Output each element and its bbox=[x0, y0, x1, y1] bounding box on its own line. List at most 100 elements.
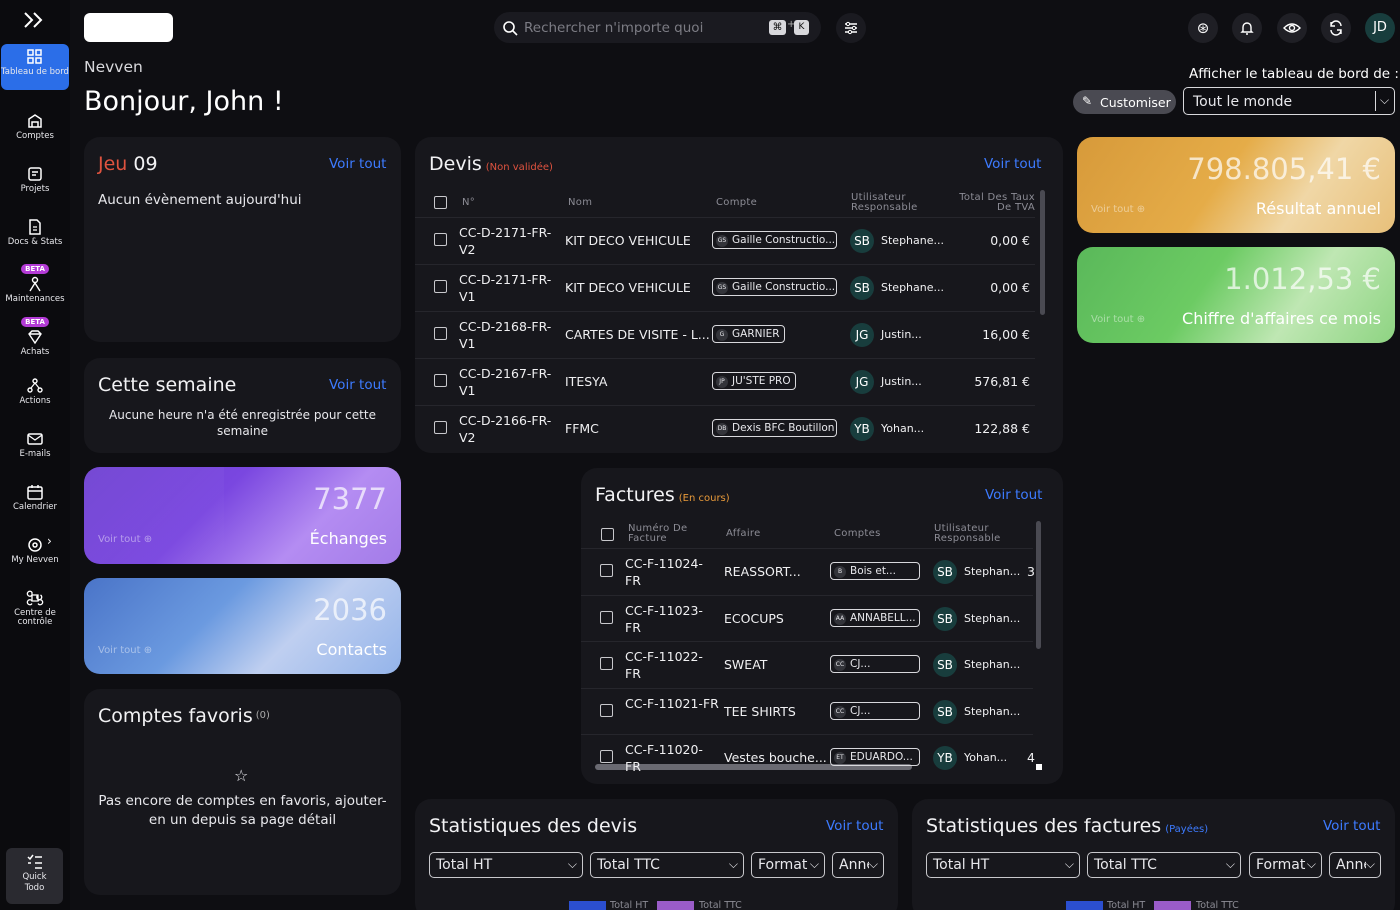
expand-sidebar-icon[interactable] bbox=[22, 10, 48, 32]
table-row[interactable]: CC-F-11022- FR SWEAT CC CJ... SB Stephan... bbox=[581, 641, 1033, 688]
invoice-deal: SWEAT bbox=[724, 657, 768, 672]
chevron-right-icon[interactable]: › bbox=[47, 534, 52, 548]
table-row[interactable]: CC-D-2171-FR- V2 KIT DECO VEHICULE GS Gaille… bbox=[415, 217, 1035, 264]
table-row[interactable]: CC-F-11021-FR TEE SHIRTS CC CJ... SB Stephan.… bbox=[581, 687, 1033, 735]
user-avatar[interactable]: JD bbox=[1365, 13, 1395, 43]
lifebuoy-icon: ⊛ bbox=[1196, 19, 1210, 37]
quotes-scrollbar[interactable] bbox=[1040, 190, 1045, 315]
table-row[interactable]: CC-F-11020- FR Vestes bouche... ET EDUARDO..… bbox=[581, 734, 1035, 781]
quote-stats-metric-select[interactable]: Total HT ⌵ bbox=[429, 852, 583, 878]
invoice-number[interactable]: CC-F-11024- FR bbox=[625, 555, 703, 589]
agenda-day-number: 09 bbox=[133, 153, 158, 175]
table-row[interactable]: CC-D-2166-FR- V2 FFMC DB Dexis BFC Boutillon… bbox=[415, 405, 1035, 452]
user-scope-select[interactable]: Tout le monde ⌵ bbox=[1183, 87, 1395, 115]
invoices-select-all-checkbox[interactable] bbox=[601, 528, 614, 541]
account-chip[interactable]: G GARNIER bbox=[712, 325, 785, 343]
sidebar-item-projects[interactable]: Projets bbox=[0, 161, 70, 211]
invoices-scrollbar-vertical[interactable] bbox=[1036, 521, 1041, 649]
quote-number[interactable]: CC-D-2166-FR- V2 bbox=[459, 412, 551, 446]
account-chip[interactable]: DB Dexis BFC Boutillon bbox=[712, 419, 837, 437]
customize-button[interactable]: ✎ Customiser bbox=[1073, 90, 1176, 114]
quotes-select-all-checkbox[interactable] bbox=[434, 196, 447, 209]
row-checkbox[interactable] bbox=[600, 703, 613, 717]
invoice-number[interactable]: CC-F-11023- FR bbox=[625, 602, 703, 636]
row-checkbox[interactable] bbox=[600, 657, 613, 670]
agenda-see-all-link[interactable]: Voir tout bbox=[329, 156, 386, 172]
invoice-stats-year-select[interactable]: Anné ⌵ bbox=[1329, 852, 1381, 878]
row-checkbox[interactable] bbox=[600, 610, 613, 624]
invoice-stats-metric-select[interactable]: Total HT ⌵ bbox=[926, 852, 1080, 878]
account-chip[interactable]: GS Gaille Constructio... bbox=[712, 278, 837, 296]
sidebar-item-dashboard[interactable]: Tableau de bord bbox=[1, 44, 69, 90]
invoices-card: Factures (En cours) Voir tout Numéro De F… bbox=[581, 468, 1063, 784]
calendar-icon bbox=[27, 485, 43, 500]
responsible-user: Yohan... bbox=[881, 422, 925, 435]
row-checkbox[interactable] bbox=[434, 327, 447, 340]
sidebar-item-label: Docs & Stats bbox=[7, 237, 63, 247]
quote-stats-metric2-select[interactable]: Total TTC ⌵ bbox=[590, 852, 744, 878]
search-input[interactable]: Rechercher n'importe quoi bbox=[524, 20, 703, 36]
row-checkbox[interactable] bbox=[434, 421, 447, 434]
account-chip[interactable]: B Bois et... bbox=[830, 562, 920, 580]
filter-button[interactable] bbox=[836, 13, 866, 43]
search-bar[interactable]: Rechercher n'importe quoi ⌘ + K bbox=[494, 12, 821, 43]
sidebar-item-purchases[interactable]: BETA Achats bbox=[0, 309, 70, 357]
account-chip[interactable]: ET EDUARDO... bbox=[830, 748, 920, 766]
row-checkbox[interactable] bbox=[434, 374, 447, 387]
invoice-number[interactable]: CC-F-11022- FR bbox=[625, 648, 703, 682]
quick-todo-button[interactable]: Quick Todo bbox=[6, 848, 63, 904]
account-chip[interactable]: JP JU'STE PRO bbox=[712, 372, 796, 390]
quote-total: 0,00 € bbox=[990, 233, 1030, 248]
invoice-number[interactable]: CC-F-11020- FR bbox=[625, 741, 703, 775]
sidebar-item-accounts[interactable]: Comptes bbox=[0, 108, 70, 158]
sidebar-item-mails[interactable]: E-mails bbox=[0, 426, 70, 476]
kpi-see-all-link[interactable]: Voir tout ⊕ bbox=[1091, 314, 1145, 325]
kpi-see-all-link[interactable]: Voir tout ⊕ bbox=[1091, 204, 1145, 215]
help-button[interactable]: ⊛ bbox=[1188, 13, 1218, 43]
sidebar-item-calendar[interactable]: Calendrier bbox=[0, 479, 70, 529]
account-chip[interactable]: CC CJ... bbox=[830, 655, 920, 673]
sidebar-item-control-center[interactable]: Centre de contrôle bbox=[0, 585, 70, 635]
agenda-empty-text: Aucun évènement aujourd'hui bbox=[98, 192, 302, 208]
row-checkbox[interactable] bbox=[434, 280, 447, 293]
beta-badge: BETA bbox=[21, 317, 49, 327]
row-checkbox[interactable] bbox=[600, 750, 613, 763]
kpi-see-all-link[interactable]: Voir tout ⊕ bbox=[98, 645, 152, 656]
table-row[interactable]: CC-D-2171-FR- V1 KIT DECO VEHICULE GS Gaille… bbox=[415, 264, 1035, 311]
quote-stats-format-select[interactable]: Format ⌵ bbox=[751, 852, 825, 878]
quote-stats-see-all-link[interactable]: Voir tout bbox=[826, 818, 883, 834]
invoice-stats-metric2-select[interactable]: Total TTC ⌵ bbox=[1087, 852, 1241, 878]
quote-number[interactable]: CC-D-2171-FR- V2 bbox=[459, 224, 551, 258]
table-row[interactable]: CC-D-2167-FR- V1 ITESYA JP JU'STE PRO JG Justi… bbox=[415, 358, 1035, 405]
invoice-stats-format-select[interactable]: Format ⌵ bbox=[1249, 852, 1322, 878]
kpi-see-all-link[interactable]: Voir tout ⊕ bbox=[98, 534, 152, 545]
invoice-number[interactable]: CC-F-11021-FR bbox=[625, 695, 719, 712]
quote-stats-year-select[interactable]: Anné ⌵ bbox=[832, 852, 884, 878]
invoices-header-deal: Affaire bbox=[726, 528, 761, 539]
table-row[interactable]: CC-F-11024- FR REASSORT... B Bois et... SB Ste… bbox=[581, 548, 1035, 595]
invoice-stats-see-all-link[interactable]: Voir tout bbox=[1323, 818, 1380, 834]
quotes-see-all-link[interactable]: Voir tout bbox=[984, 156, 1041, 172]
account-chip[interactable]: GS Gaille Constructio... bbox=[712, 231, 837, 249]
docs-icon bbox=[29, 219, 41, 235]
sidebar-item-label: Maintenances bbox=[5, 294, 65, 304]
quote-number[interactable]: CC-D-2171-FR- V1 bbox=[459, 271, 551, 305]
row-checkbox[interactable] bbox=[434, 233, 447, 246]
sidebar-item-actions[interactable]: Actions bbox=[0, 373, 70, 423]
quote-number[interactable]: CC-D-2168-FR- V1 bbox=[459, 318, 551, 352]
visibility-button[interactable] bbox=[1277, 13, 1307, 43]
invoices-see-all-link[interactable]: Voir tout bbox=[985, 487, 1042, 503]
table-row[interactable]: CC-F-11023- FR ECOCUPS AA ANNABELL... SB Steph… bbox=[581, 594, 1033, 642]
quote-number[interactable]: CC-D-2167-FR- V1 bbox=[459, 365, 551, 399]
refresh-icon bbox=[1330, 20, 1342, 36]
sidebar-item-maintenance[interactable]: BETA Maintenances bbox=[0, 256, 70, 304]
row-checkbox[interactable] bbox=[600, 564, 613, 577]
week-see-all-link[interactable]: Voir tout bbox=[329, 377, 386, 393]
account-chip[interactable]: CC CJ... bbox=[830, 701, 920, 720]
account-chip[interactable]: AA ANNABELL... bbox=[830, 608, 920, 627]
sidebar-item-my-nevven[interactable]: My Nevven bbox=[0, 532, 70, 582]
refresh-button[interactable] bbox=[1321, 13, 1351, 43]
quotes-header-account: Compte bbox=[716, 197, 758, 208]
notifications-button[interactable] bbox=[1232, 13, 1262, 43]
table-row[interactable]: CC-D-2168-FR- V1 CARTES DE VISITE - L... G G… bbox=[415, 311, 1035, 358]
